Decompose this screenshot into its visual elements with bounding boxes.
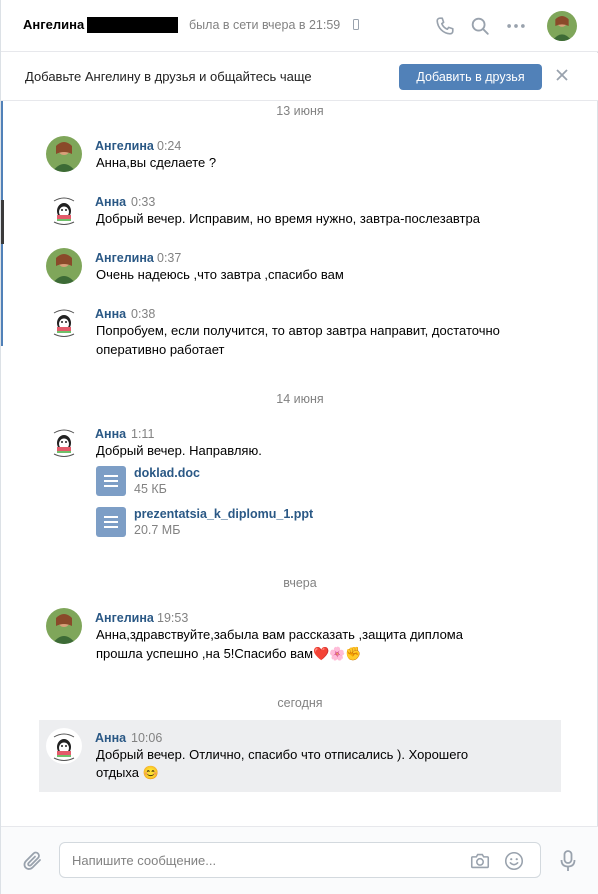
message-text-line: отдыха 😊 (96, 764, 159, 782)
message-author[interactable]: Ангелина (95, 139, 154, 153)
document-attachment[interactable]: doklad.doc 45 КБ (96, 466, 396, 502)
chat-header: Ангелина была в сети вчера в 21:59 (1, 0, 598, 52)
document-size: 45 КБ (134, 482, 167, 496)
avatar[interactable] (46, 728, 82, 764)
message-text-fragment: отдыха (96, 765, 139, 780)
message-text: Добрый вечер. Исправим, но время нужно, … (96, 211, 480, 226)
message-text-line: Попробуем, если получится, то автор завт… (96, 323, 500, 338)
document-name[interactable]: prezentatsia_k_diplomu_1.ppt (134, 507, 313, 521)
phone-icon[interactable] (434, 15, 456, 37)
message-text-fragment: прошла успешно ,на 5!Спасибо вам (96, 646, 314, 661)
avatar[interactable] (46, 608, 82, 644)
camera-icon[interactable] (469, 850, 491, 872)
message-item: Анна 1:11 Добрый вечер. Направляю. dokla… (39, 424, 561, 544)
message-text: Анна,вы сделаете ? (96, 155, 217, 170)
message-author[interactable]: Анна (95, 307, 126, 321)
message-composer (1, 826, 598, 894)
contact-avatar[interactable] (547, 11, 577, 41)
message-author[interactable]: Анна (95, 731, 126, 745)
avatar[interactable] (46, 304, 82, 340)
message-input[interactable] (72, 851, 452, 869)
date-separator: 13 июня (276, 104, 324, 118)
message-input-box[interactable] (59, 842, 541, 878)
heart-emoji: ❤️ (313, 646, 330, 661)
add-friend-banner: Добавьте Ангелину в друзья и общайтесь ч… (1, 53, 598, 101)
document-size: 20.7 МБ (134, 523, 181, 537)
date-separator: вчера (283, 576, 317, 590)
document-icon (96, 466, 126, 496)
message-text-line: прошла успешно ,на 5!Спасибо вам❤️🌸✊ (96, 645, 362, 663)
document-icon (96, 507, 126, 537)
microphone-icon[interactable] (558, 849, 578, 873)
message-author[interactable]: Ангелина (95, 611, 154, 625)
redacted-surname (87, 17, 178, 33)
message-item: Анна 0:38 Попробуем, если получится, то … (39, 304, 561, 364)
banner-text: Добавьте Ангелину в друзья и общайтесь ч… (25, 69, 312, 84)
message-time: 10:06 (131, 731, 163, 745)
smile-icon[interactable] (503, 850, 525, 872)
message-time: 1:11 (131, 427, 155, 441)
more-icon[interactable] (505, 15, 527, 37)
add-friend-button[interactable]: Добавить в друзья (399, 64, 542, 90)
message-text-line: Добрый вечер. Отлично, спасибо что отпис… (96, 747, 469, 762)
message-author[interactable]: Анна (95, 195, 126, 209)
document-attachment[interactable]: prezentatsia_k_diplomu_1.ppt 20.7 МБ (96, 507, 396, 543)
document-name[interactable]: doklad.doc (134, 466, 200, 480)
flower-emoji: 🌸 (329, 646, 346, 661)
avatar[interactable] (46, 192, 82, 228)
date-separator: 14 июня (276, 392, 324, 406)
avatar[interactable] (46, 424, 82, 460)
online-status: была в сети вчера в 21:59 (189, 18, 341, 32)
message-author[interactable]: Анна (95, 427, 126, 441)
message-item: Ангелина 19:53 Анна,здравствуйте,забыла … (39, 608, 561, 668)
message-time: 0:33 (131, 195, 156, 209)
message-time: 0:38 (131, 307, 156, 321)
message-text: Очень надеюсь ,что завтра ,спасибо вам (96, 267, 344, 282)
close-icon[interactable] (554, 67, 570, 83)
message-time: 0:37 (157, 251, 182, 265)
message-time: 0:24 (157, 139, 182, 153)
search-icon[interactable] (469, 15, 491, 37)
message-author[interactable]: Ангелина (95, 251, 154, 265)
message-item-highlighted: Анна 10:06 Добрый вечер. Отлично, спасиб… (39, 720, 561, 792)
message-text: Добрый вечер. Направляю. (96, 443, 262, 458)
smile-emoji: 😊 (142, 765, 159, 780)
message-text-line: Анна,здравствуйте,забыла вам рассказать … (96, 627, 463, 642)
mobile-device-icon (353, 19, 359, 30)
message-item: Анна 0:33 Добрый вечер. Исправим, но вре… (39, 192, 561, 238)
attach-icon[interactable] (21, 849, 45, 873)
avatar[interactable] (46, 136, 82, 172)
contact-name[interactable]: Ангелина (23, 17, 84, 32)
left-dark-bar (1, 200, 4, 244)
fist-emoji: ✊ (345, 646, 362, 661)
message-item: Ангелина 0:24 Анна,вы сделаете ? (39, 136, 561, 182)
message-item: Ангелина 0:37 Очень надеюсь ,что завтра … (39, 248, 561, 294)
message-time: 19:53 (157, 611, 189, 625)
message-text-line: оперативно работает (96, 342, 225, 357)
avatar[interactable] (46, 248, 82, 284)
chat-window: Ангелина была в сети вчера в 21:59 Добав… (0, 0, 598, 894)
date-separator: сегодня (277, 696, 323, 710)
